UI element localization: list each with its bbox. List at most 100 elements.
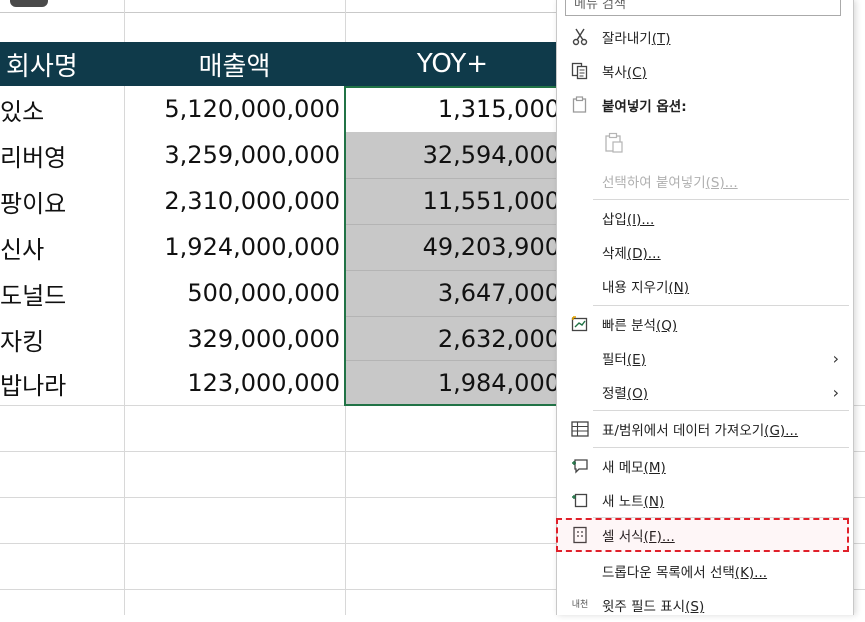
- cell-separator: [346, 270, 560, 271]
- column-indicator: [10, 0, 48, 7]
- cell-company[interactable]: 밥나라: [0, 360, 124, 406]
- new-comment-icon: [569, 455, 591, 477]
- menu-label: 새 메모: [602, 460, 644, 476]
- menu-label: 복사: [602, 65, 627, 81]
- menu-separator: [593, 410, 849, 411]
- cell-yoy[interactable]: 1,984,000: [346, 360, 560, 406]
- scissors-icon: [569, 26, 591, 48]
- menu-shortcut: (O): [626, 386, 649, 402]
- menu-shortcut: (C): [626, 65, 647, 81]
- menu-shortcut: (T): [651, 31, 671, 47]
- menu-shortcut: (G)...: [764, 423, 799, 439]
- menu-label: 필터: [602, 352, 627, 368]
- cell-yoy[interactable]: 11,551,000: [346, 178, 560, 224]
- menu-shortcut: (I)...: [626, 212, 655, 228]
- cell-company[interactable]: 신사: [0, 224, 124, 270]
- table-row: 리버영 3,259,000,000 32,594,000: [0, 132, 560, 178]
- menu-separator: [593, 199, 849, 200]
- menu-item-get-data[interactable]: 표/범위에서 데이터 가져오기(G)...: [557, 412, 853, 446]
- copy-icon: [569, 60, 591, 82]
- menu-label: 표/범위에서 데이터 가져오기: [602, 423, 765, 439]
- table-row: 신사 1,924,000,000 49,203,900: [0, 224, 560, 270]
- cell-company[interactable]: 리버영: [0, 132, 124, 178]
- menu-item-copy[interactable]: 복사(C): [557, 54, 853, 88]
- quick-analysis-icon: [569, 313, 591, 335]
- menu-label: 잘라내기: [602, 31, 652, 47]
- table-row: 팡이요 2,310,000,000 11,551,000: [0, 178, 560, 224]
- cell-sales[interactable]: 3,259,000,000: [124, 132, 340, 178]
- menu-shortcut: (N): [668, 280, 690, 296]
- cell-sales[interactable]: 1,924,000,000: [124, 224, 340, 270]
- menu-item-new-note[interactable]: 새 노트(N): [557, 483, 853, 517]
- new-note-icon: [569, 489, 591, 511]
- menu-item-insert[interactable]: 삽입(I)...: [557, 201, 853, 235]
- header-sales[interactable]: 매출액: [124, 42, 345, 86]
- menu-item-clear-contents[interactable]: 내용 지우기(N): [557, 269, 853, 303]
- cell-yoy[interactable]: 32,594,000: [346, 132, 560, 178]
- cell-sales[interactable]: 500,000,000: [124, 270, 340, 316]
- menu-item-cut[interactable]: 잘라내기(T): [557, 20, 853, 54]
- cell-separator: [346, 178, 560, 179]
- chevron-right-icon: ›: [832, 382, 839, 402]
- table-icon: [569, 418, 591, 440]
- top-border: [0, 12, 560, 13]
- phonetic-icon: 내천: [571, 599, 589, 610]
- menu-separator: [593, 305, 849, 306]
- menu-shortcut: (S): [685, 599, 705, 615]
- menu-separator: [593, 447, 849, 448]
- cell-company[interactable]: 자킹: [0, 316, 124, 362]
- table-row: 있소 5,120,000,000 1,315,000: [0, 86, 560, 132]
- menu-shortcut: (E): [626, 352, 646, 368]
- cell-yoy[interactable]: 2,632,000: [346, 316, 560, 362]
- cell-sales[interactable]: 5,120,000,000: [124, 86, 340, 132]
- menu-search-input[interactable]: 메뉴 검색: [565, 0, 841, 16]
- menu-label: 삭제: [602, 246, 627, 262]
- menu-label: 내용 지우기: [602, 280, 669, 296]
- menu-shortcut: (D)...: [626, 246, 661, 262]
- highlight-annotation: [556, 518, 849, 552]
- menu-label: 빠른 분석: [602, 318, 656, 334]
- menu-item-sort[interactable]: 정렬(O) ›: [557, 375, 853, 409]
- menu-item-filter[interactable]: 필터(E) ›: [557, 341, 853, 375]
- menu-label: 윗주 필드 표시: [602, 599, 686, 615]
- cell-sales[interactable]: 2,310,000,000: [124, 178, 340, 224]
- menu-shortcut: (S)...: [705, 175, 738, 191]
- table-row: 도널드 500,000,000 3,647,000: [0, 270, 560, 316]
- menu-item-paste-options: 붙여넣기 옵션:: [557, 88, 853, 122]
- header-company[interactable]: 회사명: [0, 42, 124, 86]
- menu-label: 정렬: [602, 386, 627, 402]
- menu-item-delete[interactable]: 삭제(D)...: [557, 235, 853, 269]
- menu-item-quick-analysis[interactable]: 빠른 분석(Q): [557, 307, 853, 341]
- cell-sales[interactable]: 123,000,000: [124, 360, 340, 406]
- menu-shortcut: (N): [643, 494, 665, 510]
- cell-yoy[interactable]: 1,315,000: [346, 86, 560, 132]
- menu-label: 새 노트: [602, 494, 644, 510]
- cell-sales[interactable]: 329,000,000: [124, 316, 340, 362]
- paste-option-button[interactable]: [557, 126, 853, 160]
- menu-item-new-comment[interactable]: 새 메모(M): [557, 449, 853, 483]
- cell-yoy[interactable]: 3,647,000: [346, 270, 560, 316]
- menu-shortcut: (Q): [655, 318, 678, 334]
- cell-separator: [346, 316, 560, 317]
- cell-company[interactable]: 있소: [0, 86, 124, 132]
- menu-item-paste-special[interactable]: 선택하여 붙여넣기(S)...: [557, 164, 853, 198]
- menu-item-phonetic-guide[interactable]: 내천 윗주 필드 표시(S): [557, 588, 853, 622]
- clipboard-icon: [603, 132, 625, 154]
- cell-yoy[interactable]: 49,203,900: [346, 224, 560, 270]
- menu-shortcut: (M): [643, 460, 666, 476]
- menu-item-pick-from-dropdown[interactable]: 드롭다운 목록에서 선택(K)...: [557, 554, 853, 588]
- chevron-right-icon: ›: [832, 348, 839, 368]
- menu-shortcut: (K)...: [734, 565, 768, 581]
- menu-label: 드롭다운 목록에서 선택: [602, 565, 735, 581]
- cell-company[interactable]: 도널드: [0, 270, 124, 316]
- menu-label: 선택하여 붙여넣기: [602, 175, 706, 191]
- cell-separator: [346, 360, 560, 361]
- cell-separator: [346, 224, 560, 225]
- cell-company[interactable]: 팡이요: [0, 178, 124, 224]
- table-row: 밥나라 123,000,000 1,984,000: [0, 360, 560, 406]
- table-row: 자킹 329,000,000 2,632,000: [0, 316, 560, 362]
- menu-label: 삽입: [602, 212, 627, 228]
- header-yoy[interactable]: YOY+: [345, 42, 560, 86]
- menu-label: 붙여넣기 옵션:: [602, 99, 687, 115]
- clipboard-icon: [569, 94, 591, 116]
